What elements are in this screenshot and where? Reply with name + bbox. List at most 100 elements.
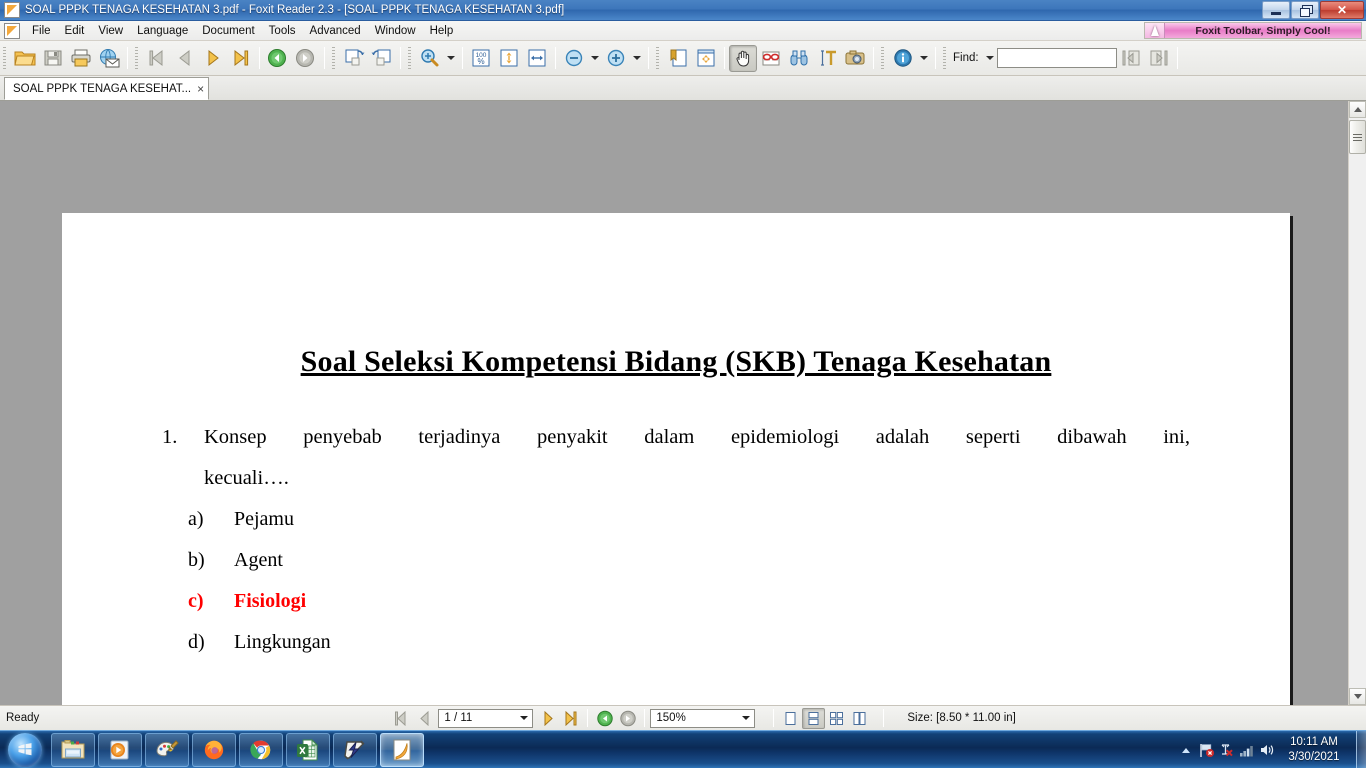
bookmark-panel-icon[interactable] [664, 45, 692, 72]
menu-edit[interactable]: Edit [58, 23, 92, 39]
zoom-out-dropdown-caret-icon[interactable] [588, 45, 602, 72]
zoom-level-value: 150% [656, 712, 686, 724]
toolbar-grip[interactable] [407, 47, 414, 69]
toolbar-grip[interactable] [134, 47, 141, 69]
single-page-layout-icon[interactable] [779, 708, 802, 729]
fit-page-icon[interactable] [495, 45, 523, 72]
option-a: a) Pejamu [188, 499, 1190, 540]
rotate-counterclockwise-icon[interactable] [368, 45, 396, 72]
zoom-dropdown-caret-icon[interactable] [444, 45, 458, 72]
clock-date: 3/30/2021 [1288, 751, 1340, 763]
promo-text: Foxit Toolbar, Simply Cool! [1165, 23, 1361, 38]
toolbar-grip[interactable] [2, 47, 9, 69]
continuous-layout-icon[interactable] [802, 707, 826, 729]
menu-view[interactable]: View [91, 23, 130, 39]
system-tray: 10:11 AM 3/30/2021 [1176, 731, 1366, 768]
show-desktop-button[interactable] [1356, 731, 1366, 768]
read-mode-icon[interactable] [757, 45, 785, 72]
go-back-icon[interactable] [264, 45, 292, 72]
next-page-icon[interactable] [199, 45, 227, 72]
first-page-icon[interactable] [143, 45, 171, 72]
find-next-icon[interactable] [1145, 45, 1173, 72]
status-previous-page-icon[interactable] [412, 708, 435, 729]
vertical-scrollbar[interactable] [1348, 101, 1366, 705]
menu-help[interactable]: Help [423, 23, 461, 39]
pdf-viewer-canvas[interactable]: Soal Seleksi Kompetensi Bidang (SKB) Ten… [0, 101, 1366, 705]
start-button[interactable] [2, 732, 48, 768]
windows-media-player-icon[interactable] [98, 732, 142, 767]
restore-button[interactable] [1291, 1, 1319, 19]
status-first-page-icon[interactable] [389, 708, 412, 729]
scrollbar-thumb[interactable] [1349, 120, 1366, 154]
save-icon[interactable] [39, 45, 67, 72]
hand-tool-icon[interactable] [729, 44, 757, 72]
menu-document[interactable]: Document [195, 23, 261, 39]
zoom-in-dropdown-caret-icon[interactable] [630, 45, 644, 72]
go-forward-icon[interactable] [292, 45, 320, 72]
status-next-page-icon[interactable] [536, 708, 559, 729]
menu-tools[interactable]: Tools [262, 23, 303, 39]
question-text-cont: kecuali…. [204, 467, 289, 489]
find-label: Find: [953, 52, 979, 64]
volume-icon[interactable] [1256, 738, 1276, 762]
close-button[interactable]: ✕ [1320, 1, 1364, 19]
google-chrome-icon[interactable] [239, 732, 283, 767]
snapshot-icon[interactable] [841, 45, 869, 72]
chevron-down-icon[interactable] [517, 710, 530, 727]
status-last-page-icon[interactable] [559, 708, 582, 729]
network-error-icon[interactable] [1216, 738, 1236, 762]
find-previous-icon[interactable] [1117, 45, 1145, 72]
signal-bars-icon[interactable] [1236, 738, 1256, 762]
winamp-icon[interactable] [333, 732, 377, 767]
email-icon[interactable] [95, 45, 123, 72]
zoom-level-combo[interactable]: 150% [650, 708, 756, 728]
firefox-icon[interactable] [192, 732, 236, 767]
excel-icon[interactable] [286, 732, 330, 767]
toolbar-grip[interactable] [880, 47, 887, 69]
previous-page-icon[interactable] [171, 45, 199, 72]
print-icon[interactable] [67, 45, 95, 72]
show-hidden-icons-icon[interactable] [1176, 738, 1196, 762]
find-options-caret-icon[interactable] [983, 45, 997, 72]
paint-icon[interactable] [145, 732, 189, 767]
find-input[interactable] [996, 48, 1117, 68]
select-text-icon[interactable] [813, 45, 841, 72]
page-number-combo[interactable]: 1 / 11 [438, 708, 534, 728]
toolbar-separator [935, 47, 936, 69]
actual-size-icon[interactable]: 100 % [467, 45, 495, 72]
windows-explorer-icon[interactable] [51, 732, 95, 767]
continuous-facing-layout-icon[interactable] [848, 708, 871, 729]
foxit-reader-icon[interactable] [380, 732, 424, 767]
zoom-in-tool-icon[interactable] [416, 45, 444, 72]
close-icon[interactable]: × [197, 82, 204, 96]
menu-advanced[interactable]: Advanced [303, 23, 368, 39]
action-center-flag-icon[interactable] [1196, 738, 1216, 762]
clock[interactable]: 10:11 AM 3/30/2021 [1276, 735, 1352, 765]
last-page-icon[interactable] [227, 45, 255, 72]
document-tab[interactable]: SOAL PPPK TENAGA KESEHAT... × [4, 77, 210, 100]
menu-file[interactable]: File [25, 23, 58, 39]
chevron-down-icon[interactable] [739, 710, 752, 727]
toolbar-grip[interactable] [331, 47, 338, 69]
info-icon[interactable] [889, 45, 917, 72]
scroll-up-arrow-icon[interactable] [1349, 101, 1366, 118]
minimize-button[interactable] [1262, 1, 1290, 19]
menu-language[interactable]: Language [130, 23, 195, 39]
find-binoculars-icon[interactable] [785, 45, 813, 72]
status-bar: Ready 1 / 11 150% Size: [8.50 * 11.00 in… [0, 705, 1366, 730]
status-go-back-icon[interactable] [593, 708, 616, 729]
open-icon[interactable] [11, 45, 39, 72]
status-go-forward-icon[interactable] [616, 708, 639, 729]
toolbar-grip[interactable] [942, 47, 949, 69]
zoom-in-icon[interactable] [602, 45, 630, 72]
fit-width-icon[interactable] [523, 45, 551, 72]
rotate-clockwise-icon[interactable] [340, 45, 368, 72]
scroll-down-arrow-icon[interactable] [1349, 688, 1366, 705]
zoom-out-icon[interactable] [560, 45, 588, 72]
info-dropdown-caret-icon[interactable] [917, 45, 931, 72]
toolbar-grip[interactable] [655, 47, 662, 69]
foxit-promo-banner[interactable]: Foxit Toolbar, Simply Cool! [1144, 22, 1362, 39]
menu-window[interactable]: Window [368, 23, 423, 39]
facing-layout-icon[interactable] [825, 708, 848, 729]
page-thumbnails-icon[interactable] [692, 45, 720, 72]
